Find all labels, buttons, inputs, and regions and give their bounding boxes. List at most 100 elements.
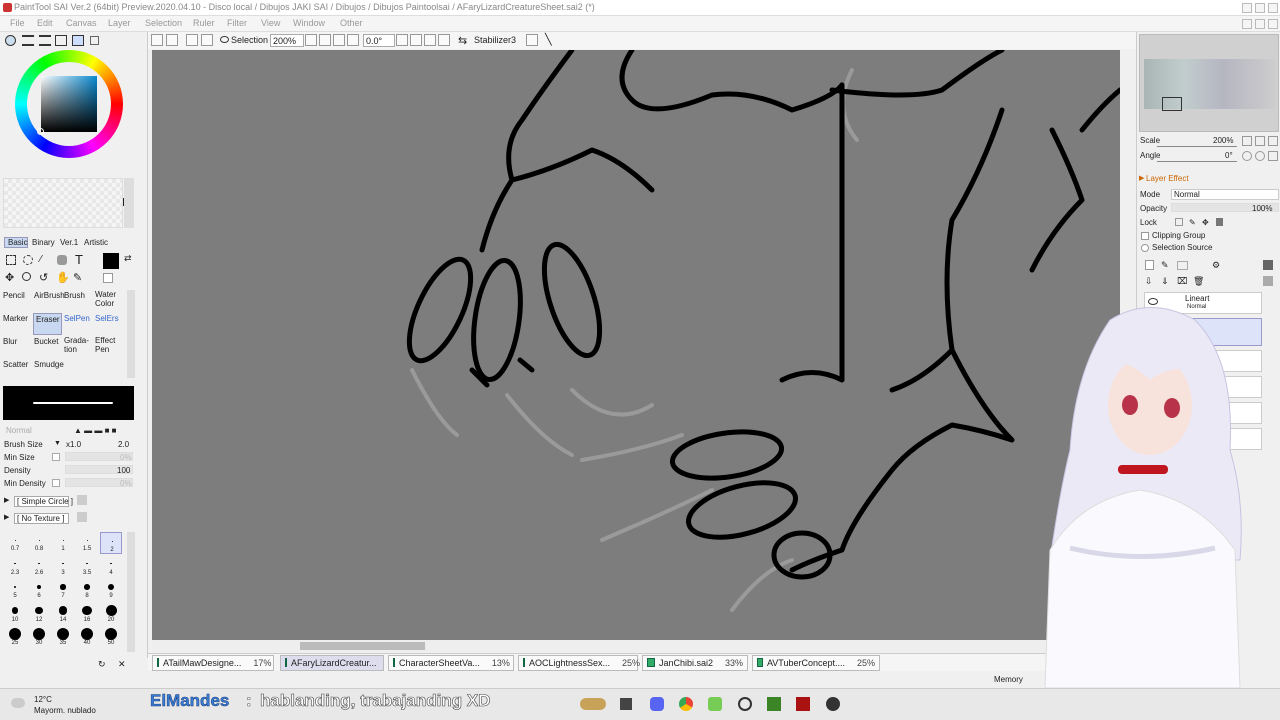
brush-preset[interactable]: 2.3 — [4, 556, 26, 578]
angle-rotate-left-icon[interactable] — [1242, 151, 1252, 161]
layer-effect-expand-icon[interactable]: ▶ — [1139, 174, 1144, 182]
brush-size-value[interactable]: 2.0 — [118, 440, 129, 449]
brush-preset[interactable]: 2 — [100, 532, 122, 554]
reset-brush-icon[interactable]: ↻ — [98, 659, 106, 670]
brush-size-multiplier[interactable]: x1.0 — [66, 440, 81, 449]
palette-mode-icon[interactable] — [72, 35, 84, 46]
invert-selection-icon[interactable] — [201, 34, 213, 46]
eyedropper-icon[interactable]: ✎ — [73, 271, 82, 284]
scratch-area[interactable] — [3, 178, 123, 228]
brush-preset[interactable]: 12 — [28, 603, 50, 625]
brush-preset[interactable]: 0.8 — [28, 532, 50, 554]
menu-window[interactable]: Window — [293, 18, 325, 28]
minecraft-icon[interactable] — [767, 697, 781, 711]
brush-preset[interactable]: 25 — [4, 626, 26, 648]
density-value[interactable]: 100 — [117, 466, 130, 475]
canvas-scroll-thumb[interactable] — [300, 642, 425, 650]
lock-all-icon[interactable] — [1216, 218, 1223, 226]
menu-edit[interactable]: Edit — [37, 18, 53, 28]
angle-rotate-right-icon[interactable] — [1255, 151, 1265, 161]
angle-dropdown-icon[interactable] — [396, 34, 408, 46]
menu-other[interactable]: Other — [340, 18, 363, 28]
selection-toggle-label[interactable]: Selection — [231, 35, 268, 45]
scale-reset-icon[interactable] — [1268, 136, 1278, 146]
swap-color-icon[interactable]: ⇄ — [124, 253, 132, 264]
tool-scatter[interactable]: Scatter — [3, 359, 33, 379]
brush-shape-expand-icon[interactable]: ▶ — [4, 496, 9, 504]
close-button[interactable] — [1268, 3, 1278, 13]
redo-icon[interactable] — [166, 34, 178, 46]
eye-icon[interactable] — [220, 36, 229, 43]
hsv-slider-mode-icon[interactable] — [39, 35, 51, 46]
scale-zoom-out-icon[interactable] — [1242, 136, 1252, 146]
delete-layer-icon[interactable]: 🗑 — [1193, 276, 1204, 287]
new-linework-layer-icon[interactable]: ✎ — [1161, 260, 1169, 271]
tool-selers[interactable]: SelErs — [95, 313, 125, 335]
angle-slider[interactable] — [1157, 161, 1237, 162]
deselect-icon[interactable] — [186, 34, 198, 46]
tool-blur[interactable]: Blur — [3, 336, 33, 358]
brush-texture-dropdown-icon[interactable] — [77, 512, 87, 522]
presets-scrollbar[interactable] — [127, 532, 135, 652]
angle-field[interactable]: 0.0° — [363, 34, 395, 47]
brush-preset[interactable]: 3 — [52, 556, 74, 578]
brush-preset[interactable]: 5 — [4, 579, 26, 601]
document-tab[interactable]: CharacterSheetVa... 13% — [388, 655, 514, 671]
flip-icon[interactable]: ⇆ — [458, 34, 467, 47]
layer-effect-title[interactable]: Layer Effect — [1146, 174, 1189, 183]
brush-preset[interactable]: 10 — [4, 603, 26, 625]
navigator-viewport-marker[interactable] — [1162, 97, 1182, 111]
layer-settings-icon[interactable]: ⚙ — [1212, 260, 1220, 271]
clipping-group-checkbox[interactable] — [1141, 232, 1149, 240]
brush-preset[interactable]: 14 — [52, 603, 74, 625]
brush-preset[interactable]: 30 — [28, 626, 50, 648]
zoom-tool-icon[interactable] — [22, 272, 31, 281]
layer-mode-select[interactable]: Normal — [1171, 189, 1279, 200]
lock-move-icon[interactable]: ✥ — [1202, 218, 1209, 227]
brush-shape-select[interactable]: [ Simple Circle ] — [14, 496, 73, 507]
brush-preset[interactable]: 9 — [100, 579, 122, 601]
brush-preset[interactable]: 1.5 — [76, 532, 98, 554]
menu-minimize-button[interactable] — [1242, 19, 1252, 29]
zoom-field[interactable]: 200% — [270, 34, 304, 47]
brush-preset[interactable]: 3.5 — [76, 556, 98, 578]
new-folder-icon[interactable] — [1177, 261, 1188, 270]
merge-down-icon[interactable]: ⇓ — [1161, 276, 1169, 287]
lock-paint-icon[interactable]: ✎ — [1189, 218, 1196, 227]
menu-close-button[interactable] — [1268, 19, 1278, 29]
move-tool-icon[interactable]: ✥ — [5, 271, 14, 284]
tool-selpen[interactable]: SelPen — [64, 313, 94, 335]
tools-scrollbar[interactable] — [127, 290, 135, 378]
document-tab[interactable]: JanChibi.sai2 33% — [642, 655, 748, 671]
min-size-checkbox[interactable] — [52, 453, 60, 461]
rotate-tool-icon[interactable]: ↺ — [39, 271, 48, 284]
tool-eraser[interactable]: Eraser — [33, 313, 62, 335]
layer-list-menu-icon[interactable] — [1263, 276, 1273, 286]
color-picker-handle[interactable] — [37, 128, 44, 135]
brush-texture-expand-icon[interactable]: ▶ — [4, 513, 9, 521]
angle-reset-icon[interactable] — [1268, 151, 1278, 161]
min-density-checkbox[interactable] — [52, 479, 60, 487]
brush-preset[interactable]: 50 — [100, 626, 122, 648]
primary-color-icon[interactable] — [103, 253, 119, 269]
chrome-icon[interactable] — [679, 697, 693, 711]
brush-preset[interactable]: 0.7 — [4, 532, 26, 554]
hand-tool-icon[interactable]: ✋ — [56, 271, 70, 284]
taskbar-app-icon-9[interactable] — [826, 697, 840, 711]
new-layer-icon[interactable] — [1145, 260, 1154, 270]
brush-preset[interactable]: 1 — [52, 532, 74, 554]
taskbar-app-icon-5[interactable] — [708, 697, 722, 711]
taskbar-app-icon-1[interactable] — [580, 698, 606, 710]
tool-marker[interactable]: Marker — [3, 313, 33, 335]
lock-transparency-icon[interactable] — [1175, 218, 1183, 226]
text-tool-icon[interactable]: T — [75, 252, 83, 267]
stabilizer-dropdown-icon[interactable] — [526, 34, 538, 46]
discord-icon[interactable] — [650, 697, 664, 711]
menu-selection[interactable]: Selection — [145, 18, 182, 28]
undo-icon[interactable] — [151, 34, 163, 46]
document-tab[interactable]: AFaryLizardCreatur...200% — [280, 655, 412, 671]
menu-restore-button[interactable] — [1255, 19, 1265, 29]
rotate-left-icon[interactable] — [410, 34, 422, 46]
tool-brush[interactable]: Brush — [64, 290, 94, 312]
scratchpad-mode-icon[interactable] — [90, 36, 99, 45]
